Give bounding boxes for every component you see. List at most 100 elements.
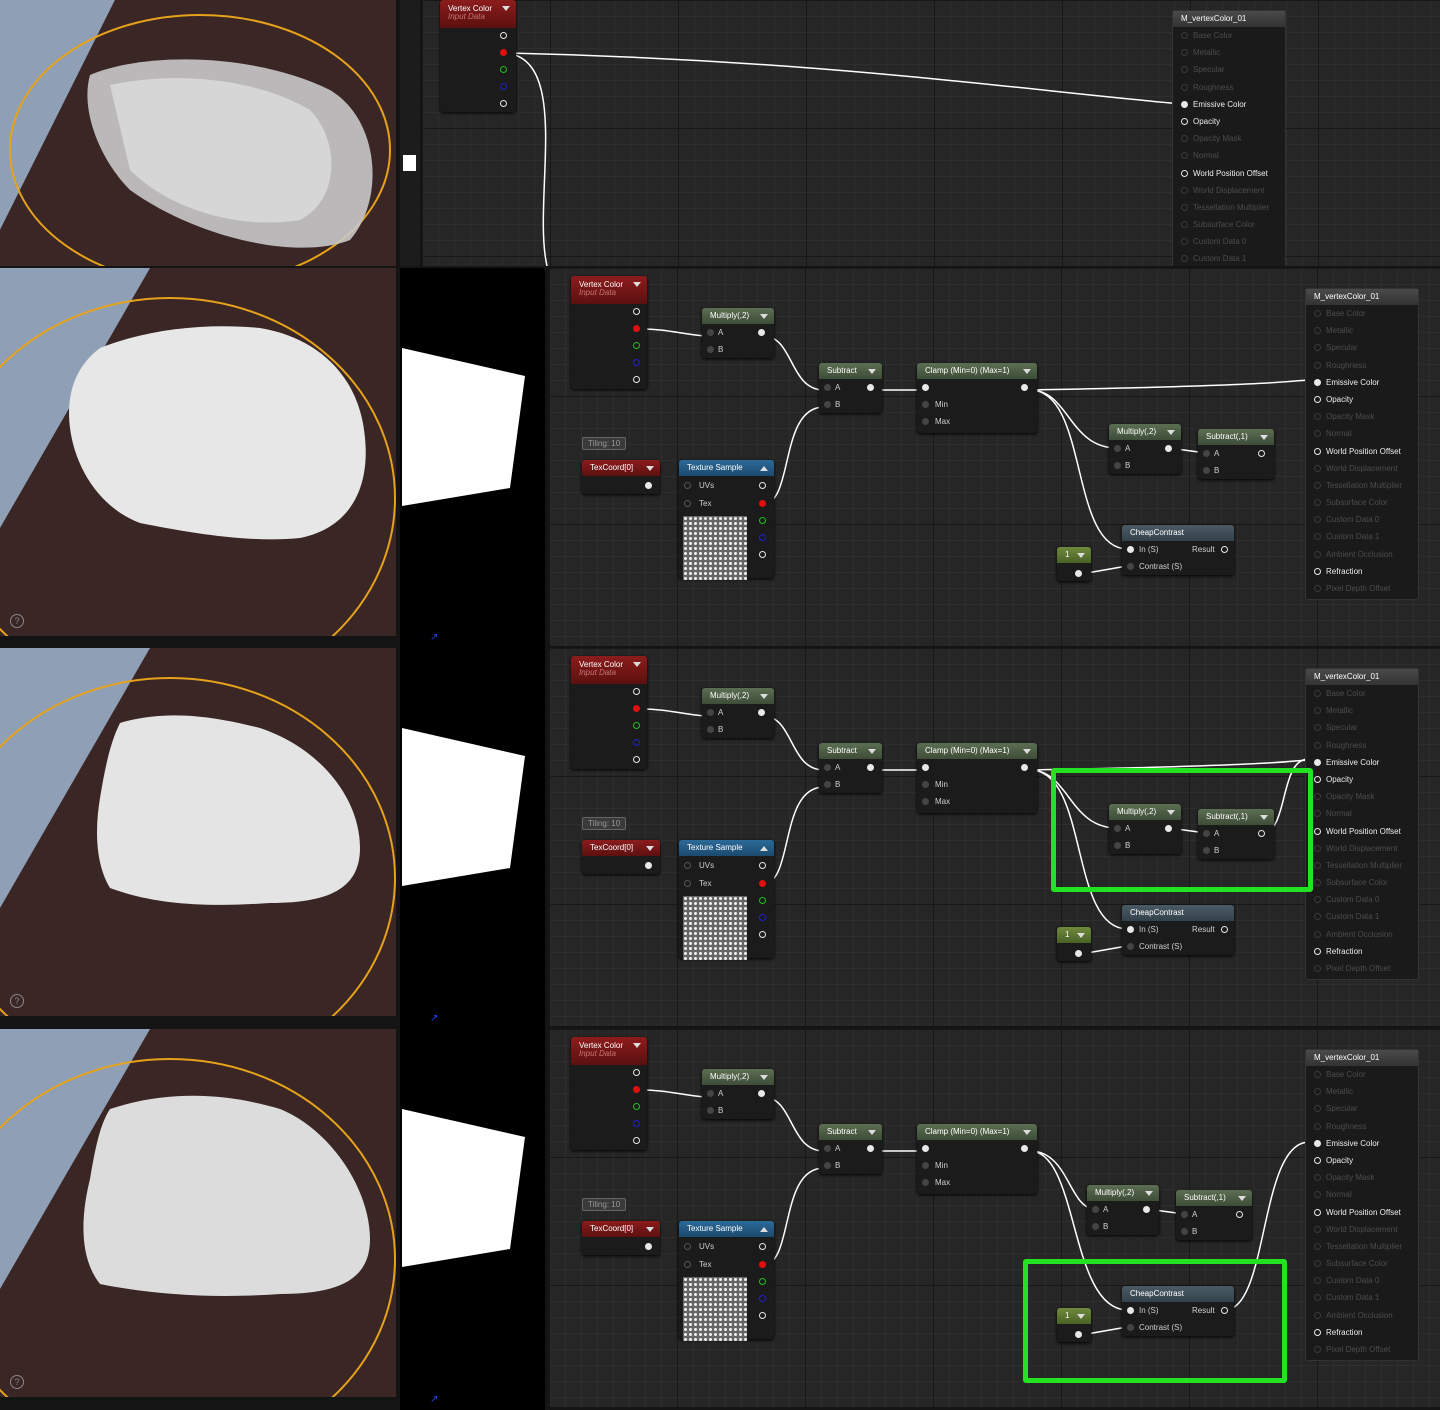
input-pin-b[interactable] [824, 401, 831, 408]
input-pin-b[interactable] [707, 1107, 714, 1114]
material-input-row[interactable]: Custom Data 1 [1306, 528, 1418, 545]
input-pin[interactable] [1314, 827, 1321, 835]
input-pin-a[interactable] [1114, 445, 1121, 452]
material-node[interactable]: M_vertexColor_01 Base Color Metallic Specu… [1305, 668, 1419, 980]
output-pin-b[interactable] [633, 1120, 640, 1127]
material-input-row[interactable]: Base Color [1306, 305, 1418, 322]
output-pin-rgb[interactable] [759, 862, 766, 869]
subtract-node[interactable]: Subtract A B [819, 363, 882, 413]
input-pin[interactable] [1181, 83, 1188, 91]
input-pin[interactable] [1314, 707, 1321, 715]
material-input-row[interactable]: Emissive Color [1306, 374, 1418, 391]
output-pin-r[interactable] [633, 1086, 640, 1093]
material-input-row[interactable]: Subsurface Color [1306, 1255, 1418, 1272]
viewport-2[interactable]: ? [0, 268, 396, 636]
material-input-row[interactable]: Opacity Mask [1306, 408, 1418, 425]
output-pin-a[interactable] [759, 551, 766, 558]
input-pin[interactable] [1181, 221, 1188, 229]
material-input-row[interactable]: Opacity [1306, 1152, 1418, 1169]
output-pin[interactable] [1165, 445, 1172, 452]
input-pin[interactable] [1181, 186, 1188, 194]
input-pin-a[interactable] [824, 1145, 831, 1152]
viewport-1[interactable] [0, 0, 396, 266]
input-pin[interactable] [1181, 255, 1188, 263]
output-pin[interactable] [1075, 570, 1082, 577]
output-pin[interactable] [1021, 764, 1028, 771]
material-input-row[interactable]: World Position Offset [1306, 443, 1418, 460]
output-pin[interactable] [500, 32, 507, 39]
subtract-node[interactable]: Subtract A B [819, 1124, 882, 1174]
input-pin[interactable] [1314, 1346, 1321, 1353]
input-pin[interactable] [1314, 447, 1321, 455]
help-icon[interactable]: ? [10, 1375, 24, 1389]
input-pin-b[interactable] [1181, 1228, 1188, 1235]
material-input-row[interactable]: Metallic [1306, 702, 1418, 719]
help-icon[interactable]: ? [10, 614, 24, 628]
input-pin-b[interactable] [1092, 1223, 1099, 1230]
input-pin[interactable] [1314, 585, 1321, 592]
input-pin[interactable] [1314, 1122, 1321, 1130]
input-pin[interactable] [1181, 135, 1188, 143]
input-pin[interactable] [922, 384, 929, 391]
output-pin-g[interactable] [500, 66, 507, 73]
input-pin-a[interactable] [1203, 450, 1210, 457]
input-pin[interactable] [1314, 724, 1321, 732]
material-input-row[interactable]: Base Color [1306, 685, 1418, 702]
output-pin[interactable] [867, 764, 874, 771]
input-pin-contrast[interactable] [1127, 943, 1134, 950]
input-pin[interactable] [1314, 741, 1321, 749]
material-input-row[interactable]: Normal [1173, 147, 1285, 164]
output-pin-a[interactable] [633, 376, 640, 383]
output-pin[interactable] [1143, 1206, 1150, 1213]
texture-sample-node[interactable]: Texture Sample UVs Tex [679, 840, 774, 960]
material-input-row[interactable]: Opacity [1306, 391, 1418, 408]
material-input-row[interactable]: Subsurface Color [1173, 216, 1285, 233]
multiply-node[interactable]: Multiply(,2) A B [702, 1069, 774, 1119]
output-pin[interactable] [758, 329, 765, 336]
material-input-row[interactable]: Tessellation Multiplier [1173, 199, 1285, 216]
input-pin[interactable] [1314, 567, 1321, 575]
material-input-row[interactable]: Specular [1306, 339, 1418, 356]
material-input-row[interactable]: Emissive Color [1306, 754, 1418, 771]
input-pin[interactable] [1181, 238, 1188, 246]
clamp-node[interactable]: Clamp (Min=0) (Max=1) Min Max [917, 363, 1037, 433]
material-input-row[interactable]: Ambient Occlusion [1306, 546, 1418, 563]
input-pin-min[interactable] [922, 1162, 929, 1169]
material-input-row[interactable]: Subsurface Color [1306, 874, 1418, 891]
output-pin-result[interactable] [1221, 926, 1228, 933]
input-pin[interactable] [1314, 1208, 1321, 1216]
material-input-row[interactable]: Refraction [1306, 563, 1418, 580]
material-input-row[interactable]: Opacity Mask [1306, 1169, 1418, 1186]
material-input-row[interactable]: Ambient Occlusion [1306, 926, 1418, 943]
material-input-row[interactable]: Refraction [1306, 1324, 1418, 1341]
material-input-row[interactable]: Roughness [1306, 357, 1418, 374]
input-pin[interactable] [1314, 965, 1321, 972]
material-input-row[interactable]: Tessellation Multiplier [1306, 477, 1418, 494]
input-pin[interactable] [1314, 344, 1321, 352]
input-pin-a[interactable] [1092, 1206, 1099, 1213]
input-pin[interactable] [1314, 327, 1321, 335]
graph-panel-3[interactable]: Vertex Color Input Data Multiply(,2) A B … [549, 648, 1440, 1026]
material-input-row[interactable]: Normal [1306, 425, 1418, 442]
material-input-row[interactable]: Normal [1306, 1186, 1418, 1203]
input-pin-max[interactable] [922, 418, 929, 425]
input-pin[interactable] [1314, 413, 1321, 421]
material-input-row[interactable]: Refraction [1306, 943, 1418, 960]
output-pin[interactable] [633, 688, 640, 695]
input-pin[interactable] [1314, 1191, 1321, 1199]
constant-node[interactable]: 1 [1057, 547, 1091, 581]
output-pin-a[interactable] [759, 1312, 766, 1319]
input-pin-b[interactable] [707, 346, 714, 353]
material-node[interactable]: M_vertexColor_01 Base Color Metallic Specu… [1172, 10, 1286, 266]
input-pin[interactable] [1314, 793, 1321, 801]
output-pin-g[interactable] [759, 517, 766, 524]
input-pin-uvs[interactable] [684, 482, 691, 489]
output-pin-g[interactable] [759, 897, 766, 904]
material-input-row[interactable]: World Position Offset [1173, 165, 1285, 182]
input-pin-in[interactable] [1127, 926, 1134, 933]
subtract-node[interactable]: Subtract A B [819, 743, 882, 793]
material-input-row[interactable]: Normal [1306, 805, 1418, 822]
material-input-row[interactable]: Pixel Depth Offset [1306, 580, 1418, 597]
output-pin[interactable] [867, 384, 874, 391]
output-pin-b[interactable] [500, 83, 507, 90]
